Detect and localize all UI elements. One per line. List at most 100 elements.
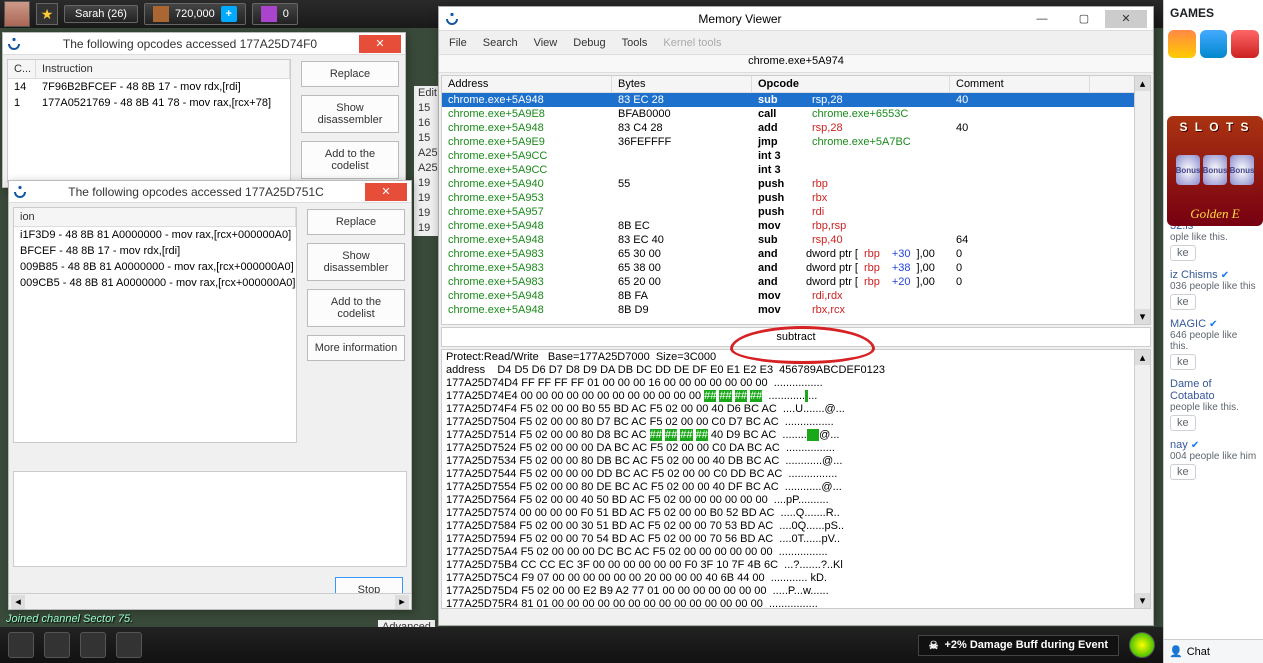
chat-bar[interactable]: 👤 Chat <box>1163 639 1263 663</box>
opcode-row[interactable]: 147F96B2BFCEF - 48 8B 17 - mov rdx,[rdi] <box>8 79 290 95</box>
faction-icon[interactable] <box>1129 632 1155 658</box>
hex-row[interactable]: 177A25D7524 F5 02 00 00 00 DA BC AC F5 0… <box>446 442 1130 455</box>
vertical-scrollbar[interactable]: ▴ ▾ <box>1134 76 1150 324</box>
page-suggestion[interactable]: MAGIC ✔646 people like this.ke <box>1164 314 1263 374</box>
game-tile-icon[interactable] <box>1200 30 1228 58</box>
hex-row[interactable]: 177A25D7534 F5 02 00 00 80 DB BC AC F5 0… <box>446 455 1130 468</box>
vertical-scrollbar[interactable]: ▴ ▾ <box>1134 350 1150 608</box>
col-instruction[interactable]: ion <box>14 208 296 226</box>
opcode-row[interactable]: 009B85 - 48 8B 81 A0000000 - mov rax,[rc… <box>14 259 296 275</box>
hex-row[interactable]: 177A25D7504 F5 02 00 00 80 D7 BC AC F5 0… <box>446 416 1130 429</box>
titlebar[interactable]: The following opcodes accessed 177A25D74… <box>3 33 405 55</box>
disasm-row[interactable]: chrome.exe+5A9E8BFAB0000callchrome.exe+6… <box>442 107 1134 121</box>
add-to-codelist-button[interactable]: Add to the codelist <box>307 289 405 327</box>
hex-dump-pane[interactable]: Protect:Read/Write Base=177A25D7000 Size… <box>441 349 1151 609</box>
add-credits-button[interactable]: + <box>221 6 237 22</box>
replace-button[interactable]: Replace <box>301 61 399 87</box>
titlebar[interactable]: Memory Viewer — ▢ ✕ <box>439 7 1153 31</box>
menu-view[interactable]: View <box>534 37 558 49</box>
disasm-row[interactable]: chrome.exe+5A98365 20 00anddword ptr [rb… <box>442 275 1134 289</box>
hex-row[interactable]: 177A25D75C4 F9 07 00 00 00 00 00 00 20 0… <box>446 572 1130 585</box>
hex-row[interactable]: 177A25D75R4 81 01 00 00 00 00 00 00 00 0… <box>446 598 1130 608</box>
close-button[interactable]: ✕ <box>359 35 401 53</box>
disasm-row[interactable]: chrome.exe+5A94883 C4 28addrsp,2840 <box>442 121 1134 135</box>
col-bytes[interactable]: Bytes <box>612 76 752 92</box>
page-suggestion[interactable]: Dame of Cotabatopeople like this.ke <box>1164 374 1263 435</box>
resource-gems[interactable]: 0 <box>252 3 298 25</box>
hex-row[interactable]: 177A25D75A4 F5 02 00 00 00 DC BC AC F5 0… <box>446 546 1130 559</box>
resource-credits[interactable]: 720,000 + <box>144 3 246 25</box>
hex-row[interactable]: 177A25D7594 F5 02 00 00 70 54 BD AC F5 0… <box>446 533 1130 546</box>
like-button[interactable]: ke <box>1170 245 1196 261</box>
col-instruction[interactable]: Instruction <box>36 60 290 78</box>
col-opcode[interactable]: Opcode <box>752 76 950 92</box>
opcode-row[interactable]: BFCEF - 48 8B 17 - mov rdx,[rdi] <box>14 243 296 259</box>
disassembly-pane[interactable]: Address Bytes Opcode Comment chrome.exe+… <box>441 75 1151 325</box>
hex-row[interactable]: 177A25D74E4 00 00 00 00 00 00 00 00 00 0… <box>446 390 1130 403</box>
hex-row[interactable]: 177A25D7544 F5 02 00 00 00 DD BC AC F5 0… <box>446 468 1130 481</box>
hex-row[interactable]: 177A25D7574 00 00 00 00 F0 51 BD AC F5 0… <box>446 507 1130 520</box>
hex-row[interactable]: 177A25D74F4 F5 02 00 00 B0 55 BD AC F5 0… <box>446 403 1130 416</box>
disasm-row[interactable]: chrome.exe+5A98365 38 00anddword ptr [rb… <box>442 261 1134 275</box>
menu-bar[interactable]: File Search View Debug Tools Kernel tool… <box>439 31 1153 55</box>
disasm-row[interactable]: chrome.exe+5A9488B D9movrbx,rcx <box>442 303 1134 317</box>
page-suggestion[interactable]: iz Chisms ✔036 people like thiske <box>1164 265 1263 314</box>
col-comment[interactable]: Comment <box>950 76 1090 92</box>
close-button[interactable]: ✕ <box>365 183 407 201</box>
player-name-box[interactable]: Sarah (26) <box>64 5 138 23</box>
disasm-row[interactable]: chrome.exe+5A9E936FEFFFFjmpchrome.exe+5A… <box>442 135 1134 149</box>
hex-row[interactable]: 177A25D74D4 FF FF FF FF 01 00 00 00 16 0… <box>446 377 1130 390</box>
rank-badge-icon[interactable]: ★ <box>36 3 58 25</box>
disasm-row[interactable]: chrome.exe+5A953pushrbx <box>442 191 1134 205</box>
opcode-list[interactable]: ion i1F3D9 - 48 8B 81 A0000000 - mov rax… <box>13 207 297 443</box>
scroll-down-icon[interactable]: ▾ <box>1135 593 1150 608</box>
show-disassembler-button[interactable]: Show disassembler <box>301 95 399 133</box>
opcode-list[interactable]: C... Instruction 147F96B2BFCEF - 48 8B 1… <box>7 59 291 183</box>
command-input[interactable]: subtract <box>441 327 1151 347</box>
hex-row[interactable]: 177A25D75D4 F5 02 00 00 E2 B9 A2 77 01 0… <box>446 585 1130 598</box>
disasm-row[interactable]: chrome.exe+5A9CCint 3 <box>442 163 1134 177</box>
like-button[interactable]: ke <box>1170 294 1196 310</box>
close-button[interactable]: ✕ <box>1105 10 1147 28</box>
minimize-button[interactable]: — <box>1021 10 1063 28</box>
scroll-down-icon[interactable]: ▾ <box>1135 309 1150 324</box>
hex-row[interactable]: 177A25D7584 F5 02 00 00 30 51 BD AC F5 0… <box>446 520 1130 533</box>
scroll-up-icon[interactable]: ▴ <box>1135 350 1150 365</box>
opcode-row[interactable]: i1F3D9 - 48 8B 81 A0000000 - mov rax,[rc… <box>14 227 296 243</box>
like-button[interactable]: ke <box>1170 464 1196 480</box>
like-button[interactable]: ke <box>1170 415 1196 431</box>
hex-row[interactable]: 177A25D7514 F5 02 00 00 80 D8 BC AC ## #… <box>446 429 1130 442</box>
add-to-codelist-button[interactable]: Add to the codelist <box>301 141 399 179</box>
disasm-row[interactable]: chrome.exe+5A94883 EC 40subrsp,4064 <box>442 233 1134 247</box>
disasm-row[interactable]: chrome.exe+5A9CCint 3 <box>442 149 1134 163</box>
menu-search[interactable]: Search <box>483 37 518 49</box>
disasm-row[interactable]: chrome.exe+5A98365 30 00anddword ptr [rb… <box>442 247 1134 261</box>
toolbar-icon[interactable] <box>8 632 34 658</box>
hex-row[interactable]: 177A25D7564 F5 02 00 00 40 50 BD AC F5 0… <box>446 494 1130 507</box>
disasm-row[interactable]: chrome.exe+5A957pushrdi <box>442 205 1134 219</box>
disasm-row[interactable]: chrome.exe+5A9488B FAmovrdi,rdx <box>442 289 1134 303</box>
show-disassembler-button[interactable]: Show disassembler <box>307 243 405 281</box>
hex-row[interactable]: 177A25D75B4 CC CC EC 3F 00 00 00 00 00 0… <box>446 559 1130 572</box>
menu-kernel-tools[interactable]: Kernel tools <box>663 37 721 49</box>
col-count[interactable]: C... <box>8 60 36 78</box>
menu-file[interactable]: File <box>449 37 467 49</box>
menu-debug[interactable]: Debug <box>573 37 605 49</box>
col-address[interactable]: Address <box>442 76 612 92</box>
toolbar-icon[interactable] <box>80 632 106 658</box>
slots-ad[interactable]: S L O T S Bonus Bonus Bonus Golden E <box>1167 116 1263 226</box>
disasm-row[interactable]: chrome.exe+5A9488B ECmovrbp,rsp <box>442 219 1134 233</box>
page-suggestion[interactable]: nay ✔004 people like himke <box>1164 435 1263 484</box>
more-information-button[interactable]: More information <box>307 335 405 361</box>
like-button[interactable]: ke <box>1170 354 1196 370</box>
hex-row[interactable]: 177A25D7554 F5 02 00 00 80 DE BC AC F5 0… <box>446 481 1130 494</box>
toolbar-icon[interactable] <box>116 632 142 658</box>
menu-tools[interactable]: Tools <box>622 37 648 49</box>
disasm-row[interactable]: chrome.exe+5A94883 EC 28subrsp,2840 <box>442 93 1134 107</box>
disasm-row[interactable]: chrome.exe+5A94055pushrbp <box>442 177 1134 191</box>
maximize-button[interactable]: ▢ <box>1063 10 1105 28</box>
toolbar-icon[interactable] <box>44 632 70 658</box>
game-tile-icon[interactable] <box>1168 30 1196 58</box>
game-tile-icon[interactable] <box>1231 30 1259 58</box>
scroll-up-icon[interactable]: ▴ <box>1135 76 1150 91</box>
